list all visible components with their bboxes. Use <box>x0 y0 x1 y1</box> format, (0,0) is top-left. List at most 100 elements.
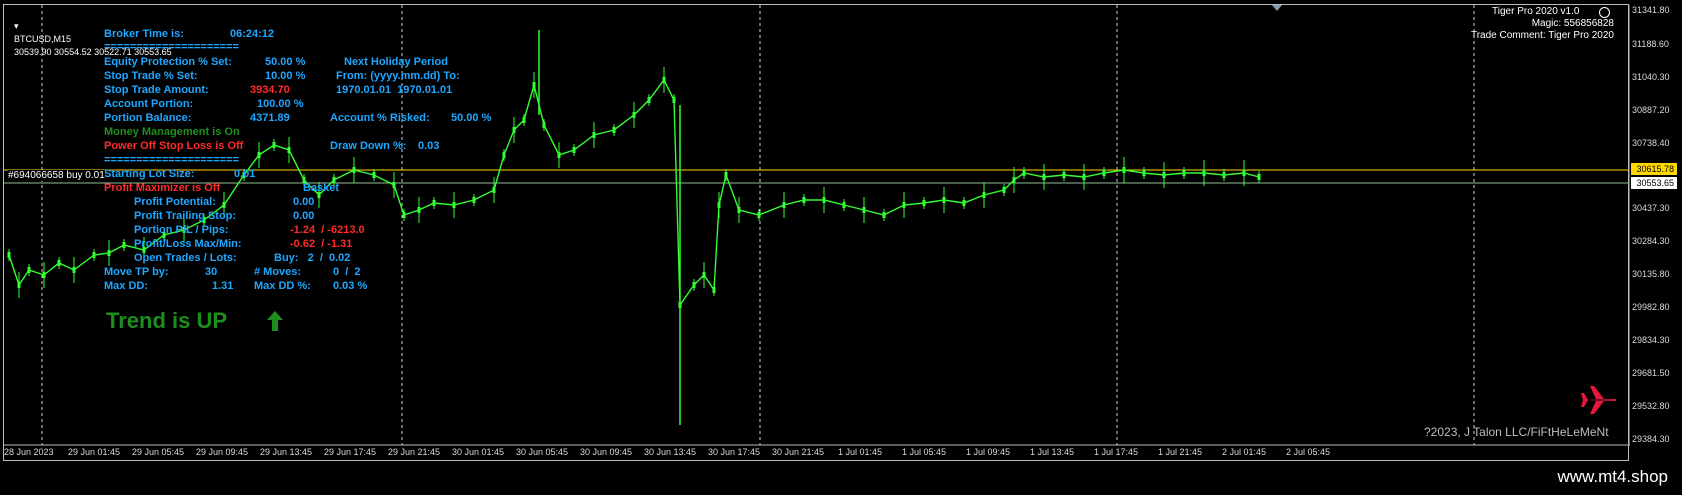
candle-body <box>452 202 456 208</box>
moves-value: 0 / 2 <box>333 266 361 278</box>
candle-body <box>757 212 761 218</box>
money-management-status: Money Management is On <box>104 126 240 138</box>
account-portion-label: Account Portion: <box>104 98 194 110</box>
price-tick: 30437.30 <box>1632 203 1670 213</box>
candle-body <box>1142 170 1146 176</box>
shift-marker-icon <box>1272 5 1282 11</box>
drawdown-label: Draw Down %: <box>330 140 407 152</box>
holiday-format: From: (yyyy.mm.dd) To: <box>336 70 460 82</box>
ea-name: Tiger Pro 2020 v1.0 <box>1492 6 1580 17</box>
time-tick: 1 Jul 05:45 <box>902 447 947 457</box>
airplane-icon <box>1581 386 1616 414</box>
candle-body <box>842 202 846 208</box>
candle-body <box>287 147 291 153</box>
candle-body <box>942 197 946 203</box>
candle-body <box>57 260 61 266</box>
price-tick: 29982.80 <box>1632 302 1670 312</box>
candle-body <box>592 132 596 138</box>
price-tick: 29681.50 <box>1632 368 1670 378</box>
candle-body <box>27 267 31 273</box>
time-tick: 2 Jul 05:45 <box>1286 447 1331 457</box>
portion-balance-value: 4371.89 <box>250 112 290 124</box>
candle-body <box>612 127 616 133</box>
time-tick: 1 Jul 17:45 <box>1094 447 1139 457</box>
price-tick: 31341.80 <box>1632 5 1670 15</box>
candle-body <box>902 202 906 208</box>
max-dd-pct-value: 0.03 % <box>333 280 368 292</box>
time-tick: 30 Jun 13:45 <box>644 447 697 457</box>
candle-body <box>222 202 226 208</box>
time-tick: 30 Jun 17:45 <box>708 447 761 457</box>
price-chart[interactable] <box>4 5 1630 462</box>
candle-body <box>1062 172 1066 178</box>
candle-body <box>557 152 561 158</box>
candle-body <box>372 172 376 178</box>
stop-trade-label: Stop Trade % Set: <box>104 70 198 82</box>
candle-body <box>712 287 716 293</box>
smiley-icon <box>1599 7 1610 18</box>
time-tick: 1 Jul 21:45 <box>1158 447 1203 457</box>
time-tick: 30 Jun 21:45 <box>772 447 825 457</box>
time-tick: 1 Jul 01:45 <box>838 447 883 457</box>
candle-body <box>572 147 576 153</box>
time-tick: 30 Jun 09:45 <box>580 447 633 457</box>
candle-body <box>92 252 96 258</box>
candle-body <box>272 142 276 148</box>
time-tick: 29 Jun 01:45 <box>68 447 121 457</box>
starting-lot-label: Starting Lot Size: <box>104 168 195 180</box>
time-tick: 29 Jun 05:45 <box>132 447 185 457</box>
account-risked-value: 50.00 % <box>451 112 492 124</box>
chart-window[interactable] <box>3 4 1630 462</box>
time-tick: 1 Jul 13:45 <box>1030 447 1075 457</box>
account-risked-label: Account % Risked: <box>330 112 430 124</box>
stop-trade-amount-label: Stop Trade Amount: <box>104 84 209 96</box>
candle-body <box>632 112 636 118</box>
candle-body <box>962 200 966 206</box>
candle-body <box>737 207 741 213</box>
max-dd-label: Max DD: <box>104 280 149 292</box>
candle-body <box>1202 170 1206 176</box>
broker-time-label: Broker Time is: <box>104 28 184 40</box>
open-trades-value: Buy: 2 / 0.02 <box>274 252 351 264</box>
stop-trade-amount-value: 3934.70 <box>250 84 290 96</box>
chart-menu-icon[interactable]: ▾ <box>14 21 19 31</box>
candle-body <box>352 167 356 173</box>
separator-2: ===================== <box>104 154 239 166</box>
trend-status: Trend is UP <box>106 308 228 333</box>
moves-label: # Moves: <box>254 266 302 278</box>
candle-body <box>717 202 721 208</box>
profit-potential-label: Profit Potential: <box>134 196 216 208</box>
candle-body <box>922 200 926 206</box>
profit-trailing-label: Profit Trailing Stop: <box>134 210 237 222</box>
candle-body <box>1257 174 1261 180</box>
portion-pl-label: Portion P/L / Pips: <box>134 224 229 236</box>
candle-body <box>72 267 76 273</box>
max-dd-value: 1.31 <box>212 280 234 292</box>
equity-protection-label: Equity Protection % Set: <box>104 56 232 68</box>
candle-body <box>402 212 406 218</box>
candle-body <box>432 200 436 206</box>
candle-body <box>882 212 886 218</box>
profit-trailing-value: 0.00 <box>293 210 315 222</box>
starting-lot-value: 0.01 <box>234 168 256 180</box>
candle-body <box>1022 170 1026 176</box>
time-tick: 29 Jun 13:45 <box>260 447 313 457</box>
portion-pl-value: -1.24 / -6213.0 <box>290 224 365 236</box>
order-line-label[interactable]: #694066658 buy 0.01 <box>8 170 105 181</box>
arrow-up-icon <box>267 311 283 331</box>
site-link[interactable]: www.mt4.shop <box>1557 467 1668 487</box>
candle-body <box>662 77 666 83</box>
price-tick: 31188.60 <box>1632 39 1669 49</box>
tp-price-badge: 30615.78 <box>1631 163 1677 175</box>
candle-body <box>862 207 866 213</box>
price-tick: 31040.30 <box>1632 72 1670 82</box>
candle-body <box>7 252 11 258</box>
time-tick: 2 Jul 01:45 <box>1222 447 1267 457</box>
price-tick: 29532.80 <box>1632 401 1670 411</box>
candle-body <box>512 127 516 133</box>
candle-body <box>502 152 506 158</box>
price-tick: 29384.30 <box>1632 434 1670 444</box>
copyright-text: ?2023, J Talon LLC/FiFtHeLeMeNt <box>1424 425 1609 439</box>
ea-magic: Magic: 556856828 <box>1531 18 1614 29</box>
candle-body <box>492 187 496 193</box>
